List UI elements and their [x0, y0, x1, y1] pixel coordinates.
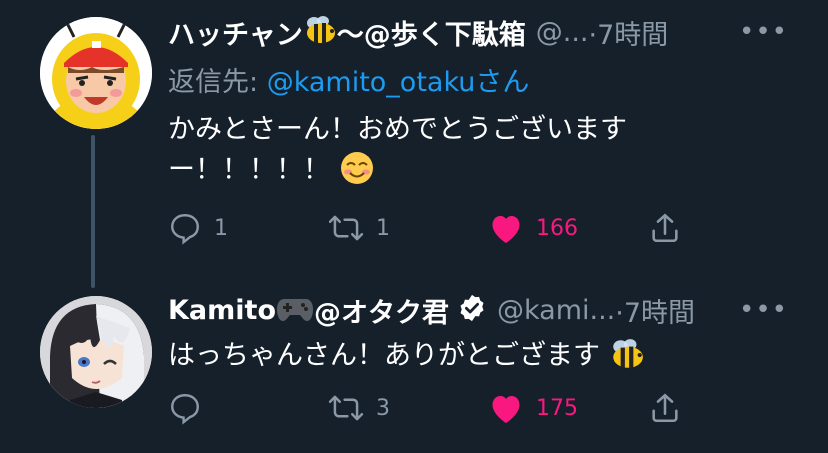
share-button[interactable]	[648, 208, 682, 248]
tweet-actions: 3 175	[168, 388, 688, 428]
display-name[interactable]: Kamito	[168, 295, 276, 326]
user-handle[interactable]: @...	[536, 17, 589, 48]
heart-icon	[492, 396, 520, 423]
thread-connector-line	[91, 135, 95, 288]
more-options-icon[interactable]: •••	[739, 295, 788, 325]
tweet[interactable]: ハッチャン 〜@歩く下駄箱 @... ·7時間 ••• 返信先: @kamito…	[0, 0, 828, 288]
anime-character-avatar	[40, 296, 152, 408]
smiling-face-emoji	[339, 150, 375, 192]
cartoon-boy-avatar	[40, 17, 152, 129]
display-name-suffix[interactable]: @オタク君	[314, 291, 449, 330]
conversation-thread: ハッチャン 〜@歩く下駄箱 @... ·7時間 ••• 返信先: @kamito…	[0, 0, 828, 453]
reply-icon	[171, 394, 199, 425]
retweet-icon	[328, 215, 364, 241]
reply-icon	[171, 214, 199, 245]
game-controller-emoji	[276, 293, 314, 327]
share-button[interactable]	[648, 388, 682, 428]
tweet-text-line-2: ー！！！！！	[168, 150, 728, 192]
bee-emoji	[303, 14, 337, 50]
tweet-text-line: はっちゃんさん！ありがとござます	[168, 340, 600, 371]
like-count: 166	[536, 215, 578, 241]
bee-emoji	[609, 337, 645, 377]
reply-count: 1	[214, 215, 228, 241]
share-icon	[652, 213, 678, 243]
retweet-count: 1	[376, 215, 390, 241]
tweet-actions: 1 1 166	[168, 208, 688, 248]
timestamp[interactable]: ·7時間	[588, 13, 668, 52]
tweet-text: はっちゃんさん！ありがとござます	[168, 336, 808, 377]
reply-mention-link[interactable]: @kamito_otaku	[267, 67, 476, 98]
reply-button[interactable]: 1	[168, 208, 228, 248]
more-options-icon[interactable]: •••	[739, 17, 788, 47]
like-count: 175	[536, 395, 578, 421]
retweet-button[interactable]: 1	[328, 208, 390, 248]
retweet-icon	[328, 395, 364, 421]
like-button[interactable]: 175	[488, 388, 578, 428]
verified-badge-icon	[457, 293, 487, 327]
display-name-suffix[interactable]: 〜@歩く下駄箱	[337, 13, 526, 52]
avatar[interactable]	[40, 296, 152, 408]
tweet[interactable]: Kamito @オタク君 @kami... ·7時間 ••• はっちゃんさん！あ…	[0, 280, 828, 453]
retweet-count: 3	[376, 395, 390, 421]
like-button[interactable]: 166	[488, 208, 578, 248]
reply-mention-suffix[interactable]: さん	[475, 67, 529, 98]
reply-prefix: 返信先:	[168, 67, 267, 98]
retweet-button[interactable]: 3	[328, 388, 390, 428]
reply-context: 返信先: @kamito_otakuさん	[168, 60, 529, 99]
tweet-text-line: かみとさーん！おめでとうございます	[168, 114, 627, 145]
tweet-header: Kamito @オタク君 @kami... ·7時間 •••	[168, 290, 828, 330]
tweet-text: かみとさーん！おめでとうございます ー！！！！！	[168, 110, 728, 192]
heart-icon	[492, 216, 520, 243]
user-handle[interactable]: @kami...	[497, 295, 615, 326]
tweet-header: ハッチャン 〜@歩く下駄箱 @... ·7時間 •••	[168, 12, 828, 52]
tweet-text-line-2-text: ー！！！！！	[168, 154, 330, 186]
avatar[interactable]	[40, 17, 152, 129]
timestamp[interactable]: ·7時間	[615, 291, 695, 330]
display-name[interactable]: ハッチャン	[168, 13, 303, 52]
reply-button[interactable]	[168, 388, 214, 428]
share-icon	[652, 393, 678, 423]
